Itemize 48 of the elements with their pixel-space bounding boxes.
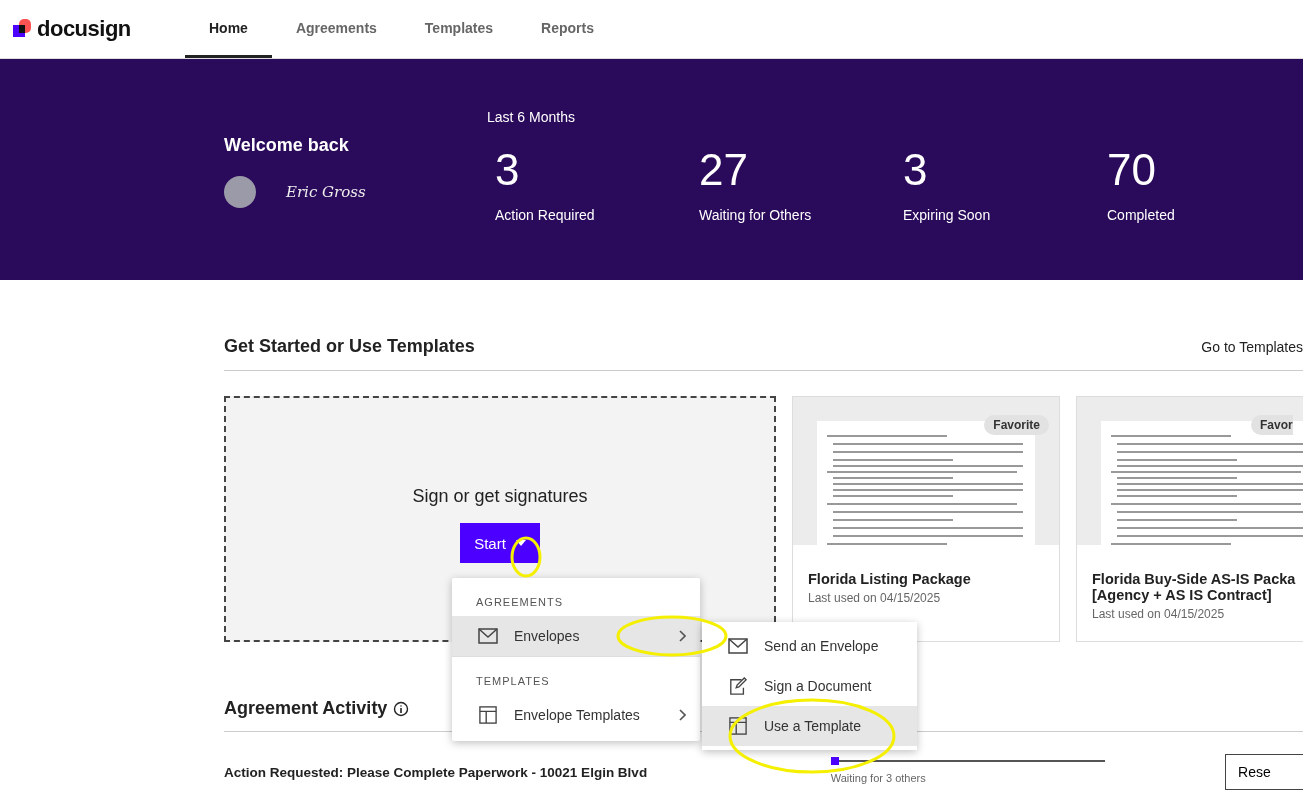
stat-label: Waiting for Others [699, 207, 813, 223]
stat-label: Completed [1107, 207, 1176, 223]
favorite-badge: Favor [1251, 415, 1293, 435]
templates-link[interactable]: Go to Templates [1201, 338, 1303, 355]
signature: Eric Gross [286, 183, 366, 201]
nav-tab[interactable]: Agreements [271, 0, 401, 58]
start-prompt: Sign or get signatures [412, 486, 588, 507]
activity-status: Waiting for 3 others [830, 772, 927, 784]
template-name: Florida Buy-Side AS-IS Packa [Agency + AS IS Contract] [1092, 571, 1297, 603]
menu-heading: TEMPLATES [475, 674, 551, 689]
template-card[interactable]: Favor Florida Buy-Side AS-IS Packa [Agency + AS IS Contract] Last used on 04/15/2025 [1076, 396, 1303, 642]
last-used: Last used on 04/15/2025 [808, 591, 942, 605]
document-pencil-icon [728, 677, 748, 695]
brand-name: docusign [37, 16, 131, 42]
stat-value[interactable]: 27 [699, 145, 895, 195]
logo-icon [13, 19, 33, 39]
section-title: Get Started or Use Templates [224, 336, 475, 357]
stat-value[interactable]: 3 [495, 145, 691, 195]
last-used: Last used on 04/15/2025 [1092, 607, 1226, 621]
caret-icon [515, 540, 526, 546]
info-icon[interactable] [393, 700, 410, 717]
menu-item[interactable]: Envelope Templates [452, 695, 700, 735]
stat-value[interactable]: 70 [1107, 145, 1303, 195]
menu-item[interactable]: Use a Template [702, 706, 917, 746]
stat-label: Action Required [495, 207, 596, 223]
stat-value[interactable]: 3 [903, 145, 1099, 195]
avatar [224, 176, 256, 208]
template-name: Florida Listing Package [808, 571, 972, 587]
annotation-circle [510, 536, 542, 578]
resend-button[interactable]: Rese [1225, 754, 1303, 790]
layout-icon [728, 717, 748, 735]
nav-tab[interactable]: Reports [517, 0, 618, 58]
layout-icon [478, 706, 498, 724]
welcome-title: Welcome back [224, 135, 350, 156]
period-label: Last 6 Months [487, 109, 576, 125]
menu-item[interactable]: Envelopes [452, 616, 700, 656]
stat-label: Expiring Soon [903, 207, 992, 223]
favorite-badge: Favorite [984, 415, 1049, 435]
start-button[interactable]: Start [460, 523, 540, 563]
section-title: Agreement Activity [224, 698, 388, 719]
nav-tab[interactable]: Templates [400, 0, 518, 58]
menu-heading: AGREEMENTS [475, 595, 564, 610]
envelope-icon [728, 637, 748, 655]
envelope-icon [478, 627, 498, 645]
chevron-right-icon [678, 630, 686, 642]
activity-title[interactable]: Action Requested: Please Complete Paperwork - 10021 Elgin Blvd [224, 764, 831, 780]
menu-item[interactable]: Sign a Document [702, 666, 917, 706]
chevron-right-icon [678, 709, 686, 721]
